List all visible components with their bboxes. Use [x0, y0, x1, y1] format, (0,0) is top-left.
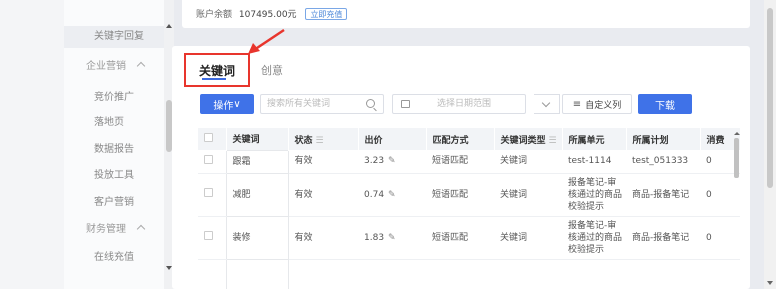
- keyword-type-cell: [494, 259, 562, 289]
- keyword-type-cell: 关键词: [494, 216, 562, 260]
- plan-cell: 商品-报备笔记: [626, 216, 700, 260]
- chevron-up-icon: [136, 61, 146, 71]
- page-scroll-thumb[interactable]: [767, 8, 773, 188]
- keyword-type-cell: 关键词: [494, 173, 562, 217]
- unit-cell: 报备笔记-审核通过的商品校验提示: [562, 173, 626, 217]
- recharge-button[interactable]: 立即充值: [305, 8, 348, 20]
- row-checkbox[interactable]: [204, 188, 213, 197]
- date-range-dropdown[interactable]: [534, 94, 560, 114]
- calendar-icon: [401, 100, 410, 108]
- sidebar-item-customer-marketing[interactable]: 客户营销: [64, 193, 164, 208]
- red-arrow-annotation-icon: [248, 28, 285, 54]
- balance-row: 账户余额 107495.00元 立即充值: [196, 7, 348, 20]
- sidebar-item-online-recharge[interactable]: 在线充值: [64, 248, 164, 263]
- bid-cell: 1.83 ✎: [358, 216, 426, 260]
- row-checkbox[interactable]: [204, 231, 213, 240]
- table-row: 跟霜 有效 3.23 ✎ 短语匹配 关键词 test-1114 test_0513…: [198, 149, 740, 174]
- column-header-bid[interactable]: 出价: [358, 128, 427, 150]
- table-row: 装修 有效 1.83 ✎ 短语匹配 关键词 报备笔记-审核通过的商品校验提示 商品…: [198, 215, 740, 260]
- keyword-type-cell: 关键词: [494, 150, 562, 174]
- table-row: [198, 258, 740, 289]
- bid-cell: 3.23 ✎: [358, 150, 426, 174]
- plan-cell: 商品-报备笔记: [626, 173, 700, 217]
- column-header-plan[interactable]: 所属计划: [626, 128, 701, 150]
- date-range-picker[interactable]: 选择日期范围: [392, 94, 526, 114]
- scroll-up-arrow-icon[interactable]: [734, 132, 740, 135]
- column-header-match-type[interactable]: 匹配方式: [426, 128, 495, 150]
- keyword-search-input[interactable]: 搜索所有关键词: [260, 94, 384, 114]
- match-type-cell: 短语匹配: [426, 150, 494, 174]
- page-scrollbar[interactable]: [764, 0, 776, 289]
- edit-icon[interactable]: ✎: [388, 190, 396, 200]
- plan-cell: test_051333: [626, 150, 700, 174]
- scroll-up-arrow-icon[interactable]: [166, 24, 172, 28]
- chevron-up-icon: [136, 224, 146, 234]
- scroll-down-arrow-icon[interactable]: [767, 281, 773, 285]
- sidebar: 关键字回复 企业营销 竞价推广 落地页 数据报告 投放工具 客户营销 财务管理 …: [0, 0, 174, 289]
- table-header-row: 关键词 状态 ☰ 出价 匹配方式 关键词类型 ☰ 所属单元 所属计划 消费: [198, 128, 740, 150]
- chevron-down-icon: ∨: [233, 98, 241, 110]
- keyword-cell: 跟霜: [225, 149, 289, 174]
- balance-amount: 107495.00元: [238, 10, 297, 20]
- operate-dropdown-button[interactable]: 操作 ∨: [200, 94, 254, 114]
- toolbar: 操作 ∨ 搜索所有关键词 选择日期范围 ≡ 自定义列 下载: [200, 94, 740, 116]
- status-cell: 有效: [288, 150, 358, 174]
- edit-icon[interactable]: ✎: [388, 156, 396, 166]
- filter-icon[interactable]: ☰: [549, 136, 557, 146]
- sidebar-item-bidding[interactable]: 竞价推广: [64, 88, 164, 103]
- sidebar-item-landing-page[interactable]: 落地页: [64, 113, 164, 128]
- tab-creatives[interactable]: 创意: [261, 62, 283, 78]
- unit-cell: 报备笔记-审核通过的商品校验提示: [562, 216, 626, 260]
- keyword-cell: 装修: [225, 215, 289, 260]
- match-type-cell: [426, 259, 494, 289]
- row-checkbox-cell: [198, 259, 226, 289]
- sidebar-panel: 关键字回复 企业营销 竞价推广 落地页 数据报告 投放工具 客户营销 财务管理 …: [64, 0, 164, 289]
- column-header-keyword-type[interactable]: 关键词类型 ☰: [494, 128, 563, 150]
- download-button[interactable]: 下载: [638, 94, 692, 114]
- row-checkbox[interactable]: [204, 154, 213, 164]
- status-cell: 有效: [288, 173, 358, 217]
- unit-cell: [562, 259, 626, 289]
- table-row: 减肥 有效 0.74 ✎ 短语匹配 关键词 报备笔记-审核通过的商品校验提示 商品…: [198, 172, 740, 217]
- row-checkbox-cell: [198, 173, 226, 217]
- chevron-down-icon: [541, 98, 551, 108]
- custom-columns-button[interactable]: ≡ 自定义列: [562, 94, 632, 114]
- table-scrollbar[interactable]: [733, 132, 741, 289]
- keyword-cell: [225, 258, 289, 289]
- match-type-cell: 短语匹配: [426, 216, 494, 260]
- sidebar-group-enterprise-marketing[interactable]: 企业营销: [64, 57, 164, 72]
- select-all-checkbox[interactable]: [204, 133, 213, 142]
- bid-cell: 0.74 ✎: [358, 173, 426, 217]
- match-type-cell: 短语匹配: [426, 173, 494, 217]
- status-cell: [288, 259, 358, 289]
- sidebar-item-keyword-reply[interactable]: 关键字回复: [64, 26, 164, 48]
- search-icon[interactable]: [366, 99, 375, 108]
- balance-card: 账户余额 107495.00元 立即充值: [182, 0, 750, 28]
- status-cell: 有效: [288, 216, 358, 260]
- column-header-status[interactable]: 状态 ☰: [288, 128, 359, 150]
- filter-icon[interactable]: ☰: [316, 136, 324, 146]
- sidebar-item-data-report[interactable]: 数据报告: [64, 140, 164, 155]
- column-header-unit[interactable]: 所属单元: [562, 128, 627, 150]
- row-checkbox-cell: [198, 216, 226, 260]
- column-header-keyword[interactable]: 关键词: [226, 128, 289, 150]
- unit-cell: test-1114: [562, 150, 626, 174]
- select-all-checkbox-header: [198, 128, 227, 150]
- row-checkbox-cell: [198, 150, 226, 174]
- list-icon: ≡: [572, 98, 582, 110]
- bid-cell: [358, 259, 426, 289]
- keyword-cell: 减肥: [225, 172, 289, 217]
- balance-label: 账户余额: [196, 10, 233, 20]
- keyword-table: 关键词 状态 ☰ 出价 匹配方式 关键词类型 ☰ 所属单元 所属计划 消费 跟霜 有…: [198, 128, 740, 289]
- keyword-management-card: 关键词 创意 操作 ∨ 搜索所有关键词 选择日期范围 ≡ 自定义列 下载 关键词 状: [172, 28, 750, 289]
- sidebar-group-finance[interactable]: 财务管理: [64, 220, 164, 235]
- edit-icon[interactable]: ✎: [388, 233, 396, 243]
- plan-cell: [626, 259, 700, 289]
- table-scroll-thumb[interactable]: [734, 138, 739, 178]
- sidebar-item-delivery-tools[interactable]: 投放工具: [64, 166, 164, 181]
- tab-keywords[interactable]: 关键词: [184, 53, 250, 87]
